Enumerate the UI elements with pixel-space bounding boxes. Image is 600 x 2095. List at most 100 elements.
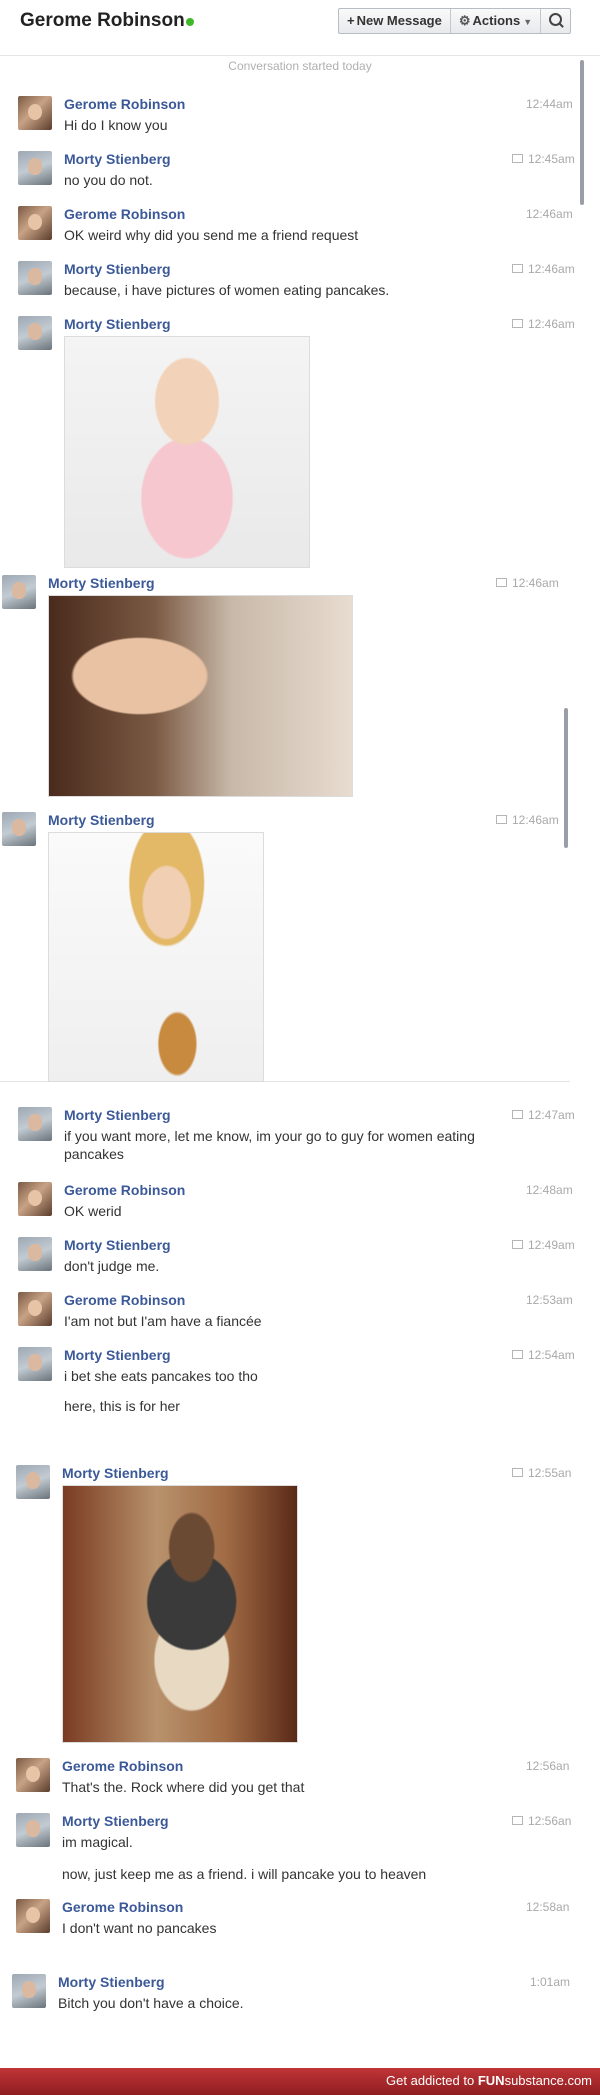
message-icon: [512, 1350, 523, 1359]
message-icon: [512, 264, 523, 273]
message: Morty Stienberg 12:45am no you do not.: [18, 151, 578, 191]
message-icon: [512, 1110, 523, 1119]
sender-name[interactable]: Gerome Robinson: [64, 1292, 185, 1308]
avatar[interactable]: [18, 1237, 52, 1271]
message-time: 12:54am: [512, 1348, 575, 1362]
message: Morty Stienberg 12:46am: [2, 812, 582, 1082]
message-text: im magical.: [62, 1834, 133, 1850]
message-time: 12:49am: [512, 1238, 575, 1252]
message-text: now, just keep me as a friend. i will pa…: [62, 1866, 427, 1882]
message-time: 12:56an: [526, 1759, 570, 1773]
message-text: OK weird why did you send me a friend re…: [64, 227, 359, 243]
message-icon: [512, 1240, 523, 1249]
message-time: 12:56an: [512, 1814, 571, 1828]
sender-name[interactable]: Morty Stienberg: [64, 1237, 171, 1253]
avatar[interactable]: [18, 316, 52, 350]
message-text: I'am not but I'am have a fiancée: [64, 1313, 262, 1329]
message-time: 12:46am: [526, 207, 573, 221]
message-time: 12:46am: [512, 262, 575, 276]
photo-woman-pancakes[interactable]: [64, 336, 310, 568]
message-text: because, i have pictures of women eating…: [64, 282, 390, 298]
conversation-toolbar: + New Message ⚙ Actions ▼: [338, 8, 572, 34]
sender-name[interactable]: Morty Stienberg: [62, 1813, 169, 1829]
message: Morty Stienberg 12:46am: [18, 316, 578, 571]
message-time: 12:53am: [526, 1293, 573, 1307]
avatar[interactable]: [16, 1758, 50, 1792]
message: Gerome Robinson 12:44am Hi do I know you: [18, 96, 578, 136]
message-text: don't judge me.: [64, 1258, 160, 1274]
photo-woman-sandwich[interactable]: [48, 832, 264, 1082]
avatar[interactable]: [2, 812, 36, 846]
message-icon: [496, 578, 507, 587]
avatar[interactable]: [18, 1292, 52, 1326]
gear-icon: ⚙: [458, 13, 471, 28]
message-icon: [496, 815, 507, 824]
sender-name[interactable]: Gerome Robinson: [64, 206, 185, 222]
conversation-title[interactable]: Gerome Robinson: [20, 10, 185, 32]
conversation-started-label: Conversation started today: [228, 59, 372, 73]
avatar[interactable]: [18, 96, 52, 130]
new-message-button[interactable]: + New Message: [339, 9, 451, 33]
avatar[interactable]: [18, 1107, 52, 1141]
actions-button[interactable]: ⚙ Actions ▼: [451, 9, 542, 33]
online-status-icon: [186, 18, 194, 26]
sender-name[interactable]: Morty Stienberg: [48, 575, 155, 591]
message: Morty Stienberg 12:47am if you want more…: [18, 1107, 578, 1167]
message-text: here, this is for her: [64, 1398, 180, 1414]
conversation-header: Gerome Robinson + New Message ⚙ Actions ▼: [0, 0, 600, 48]
message: Gerome Robinson 12:48am OK werid: [18, 1182, 578, 1222]
search-button[interactable]: [541, 9, 570, 33]
watermark-footer: Get addicted to FUNsubstance.com: [0, 2068, 600, 2095]
message: Gerome Robinson 12:58an I don't want no …: [16, 1899, 578, 1939]
divider: [0, 55, 600, 56]
message-icon: [512, 319, 523, 328]
sender-name[interactable]: Morty Stienberg: [64, 1107, 171, 1123]
sender-name[interactable]: Gerome Robinson: [64, 1182, 185, 1198]
message-time: 12:46am: [496, 576, 559, 590]
message-text: OK werid: [64, 1203, 122, 1219]
sender-name[interactable]: Morty Stienberg: [64, 261, 171, 277]
photo-woman-fork[interactable]: [48, 595, 353, 797]
sender-name[interactable]: Morty Stienberg: [64, 151, 171, 167]
avatar[interactable]: [18, 261, 52, 295]
message-time: 12:58an: [526, 1900, 570, 1914]
sender-name[interactable]: Morty Stienberg: [64, 1347, 171, 1363]
avatar[interactable]: [18, 151, 52, 185]
message-text: pancakes: [64, 1146, 124, 1162]
sender-name[interactable]: Gerome Robinson: [62, 1758, 183, 1774]
message-time: 12:44am: [526, 97, 573, 111]
message: Gerome Robinson 12:46am OK weird why did…: [18, 206, 578, 246]
message-time: 12:45am: [512, 152, 575, 166]
message: Morty Stienberg 1:01am Bitch you don't h…: [12, 1974, 578, 2014]
avatar[interactable]: [12, 1974, 46, 2008]
message-text: I don't want no pancakes: [62, 1920, 217, 1936]
message: Morty Stienberg 12:56an im magical. now,…: [16, 1813, 578, 1888]
message: Gerome Robinson 12:53am I'am not but I'a…: [18, 1292, 578, 1332]
message-text: no you do not.: [64, 172, 153, 188]
avatar[interactable]: [2, 575, 36, 609]
photo-rock-pancakes[interactable]: [62, 1485, 298, 1743]
plus-icon: +: [347, 13, 355, 28]
message: Morty Stienberg 12:54am i bet she eats p…: [18, 1347, 578, 1427]
message-time: 12:47am: [512, 1108, 575, 1122]
sender-name[interactable]: Gerome Robinson: [64, 96, 185, 112]
message-text: i bet she eats pancakes too tho: [64, 1368, 258, 1384]
message-icon: [512, 1468, 523, 1477]
avatar[interactable]: [18, 1182, 52, 1216]
sender-name[interactable]: Morty Stienberg: [62, 1465, 169, 1481]
message-time: 12:55an: [512, 1466, 571, 1480]
sender-name[interactable]: Morty Stienberg: [58, 1974, 165, 1990]
avatar[interactable]: [18, 206, 52, 240]
message-time: 12:46am: [512, 317, 575, 331]
sender-name[interactable]: Morty Stienberg: [48, 812, 155, 828]
scrollbar-thumb[interactable]: [580, 60, 584, 205]
avatar[interactable]: [18, 1347, 52, 1381]
sender-name[interactable]: Morty Stienberg: [64, 316, 171, 332]
message: Morty Stienberg 12:49am don't judge me.: [18, 1237, 578, 1277]
avatar[interactable]: [16, 1813, 50, 1847]
sender-name[interactable]: Gerome Robinson: [62, 1899, 183, 1915]
message: Morty Stienberg 12:55an: [16, 1465, 578, 1743]
chevron-down-icon: ▼: [523, 17, 533, 27]
avatar[interactable]: [16, 1465, 50, 1499]
avatar[interactable]: [16, 1899, 50, 1933]
